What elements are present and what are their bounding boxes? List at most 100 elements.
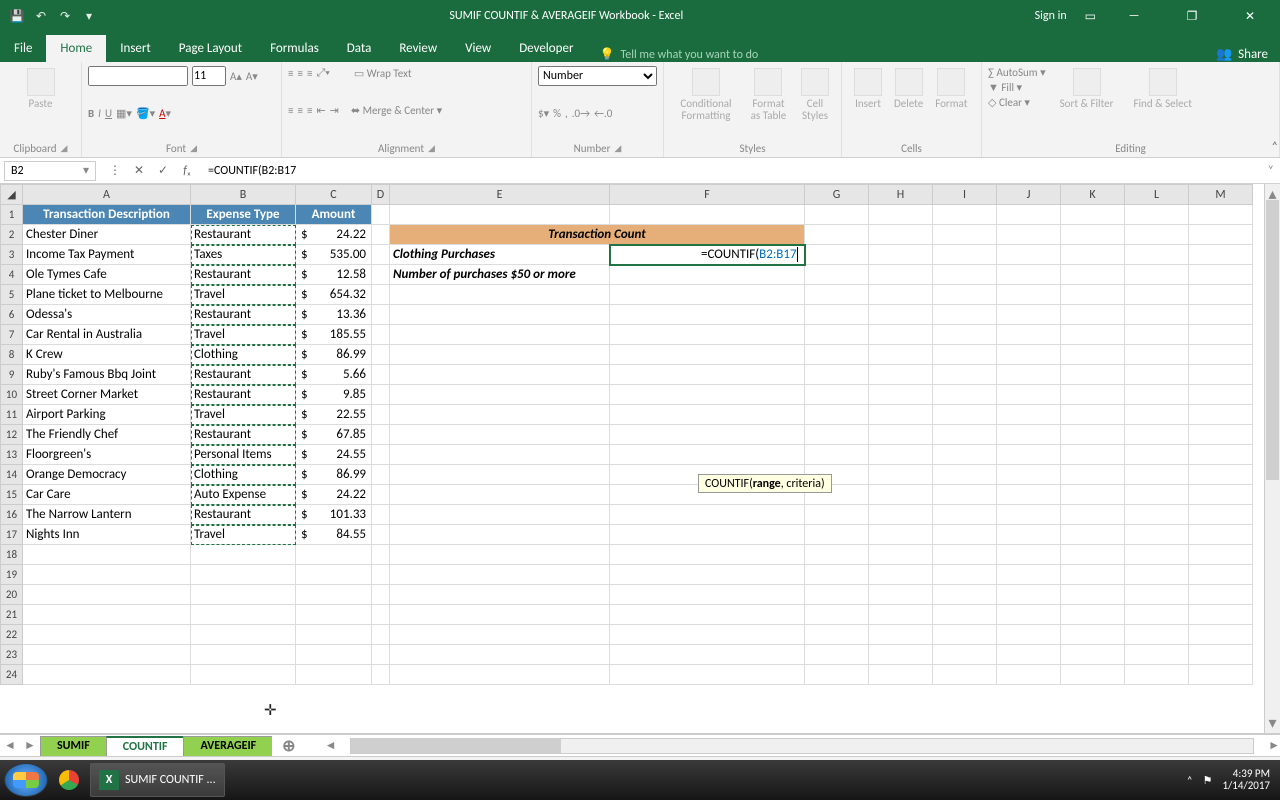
cell[interactable] xyxy=(933,345,997,365)
font-name-input[interactable] xyxy=(88,66,188,86)
cell[interactable] xyxy=(805,445,869,465)
cell[interactable] xyxy=(1189,545,1253,565)
cell[interactable] xyxy=(1189,245,1253,265)
cell-B4[interactable]: Restaurant xyxy=(191,265,296,285)
cell-B10[interactable]: Restaurant xyxy=(191,385,296,405)
cell[interactable] xyxy=(869,305,933,325)
cell-B15[interactable]: Auto Expense xyxy=(191,485,296,505)
cell[interactable] xyxy=(1189,265,1253,285)
cell[interactable] xyxy=(390,485,610,505)
clipboard-dialog-icon[interactable]: ◢ xyxy=(61,143,68,154)
fill-button[interactable]: ▼ Fill ▾ xyxy=(988,81,1046,94)
cell[interactable] xyxy=(610,345,805,365)
row-header[interactable]: 1 xyxy=(1,205,23,225)
cell[interactable] xyxy=(390,525,610,545)
cell-B17[interactable]: Travel xyxy=(191,525,296,545)
tab-page-layout[interactable]: Page Layout xyxy=(165,35,256,62)
signin-link[interactable]: Sign in xyxy=(1035,9,1067,23)
cell[interactable] xyxy=(1125,345,1189,365)
col-header-D[interactable]: D xyxy=(372,185,390,205)
cell[interactable] xyxy=(805,365,869,385)
cell[interactable] xyxy=(1125,645,1189,665)
col-header-C[interactable]: C xyxy=(296,185,372,205)
cell-C19[interactable] xyxy=(296,565,372,585)
cell-B2[interactable]: Restaurant xyxy=(191,225,296,245)
cell[interactable] xyxy=(869,365,933,385)
cell[interactable] xyxy=(1125,325,1189,345)
cell[interactable] xyxy=(805,265,869,285)
cell[interactable] xyxy=(1061,625,1125,645)
select-all-button[interactable]: ◢ xyxy=(1,185,23,205)
cell[interactable] xyxy=(390,585,610,605)
cell-A16[interactable]: The Narrow Lantern xyxy=(23,505,191,525)
cell-C2[interactable]: $24.22 xyxy=(296,225,372,245)
cell[interactable] xyxy=(1125,625,1189,645)
italic-button[interactable]: I xyxy=(98,107,101,120)
cell[interactable] xyxy=(997,665,1061,685)
sheet-nav-next-icon[interactable]: ► xyxy=(20,738,40,753)
cell-A12[interactable]: The Friendly Chef xyxy=(23,425,191,445)
row-header[interactable]: 11 xyxy=(1,405,23,425)
cell[interactable] xyxy=(1061,505,1125,525)
font-dialog-icon[interactable]: ◢ xyxy=(190,143,197,154)
cell[interactable] xyxy=(997,605,1061,625)
save-icon[interactable]: 💾 xyxy=(8,7,26,25)
cell[interactable] xyxy=(1189,645,1253,665)
cell[interactable] xyxy=(997,565,1061,585)
cell[interactable] xyxy=(390,605,610,625)
cell-B5[interactable]: Travel xyxy=(191,285,296,305)
col-header-F[interactable]: F xyxy=(610,185,805,205)
tab-data[interactable]: Data xyxy=(333,35,386,62)
cell[interactable] xyxy=(1189,205,1253,225)
cell[interactable] xyxy=(805,305,869,325)
cell[interactable] xyxy=(1061,265,1125,285)
cell-A5[interactable]: Plane ticket to Melbourne xyxy=(23,285,191,305)
cell[interactable] xyxy=(1125,585,1189,605)
cell[interactable] xyxy=(933,285,997,305)
cell[interactable] xyxy=(805,545,869,565)
cell[interactable] xyxy=(805,525,869,545)
cell[interactable] xyxy=(933,305,997,325)
cell[interactable] xyxy=(372,425,390,445)
summary-row1-label[interactable]: Clothing Purchases xyxy=(390,245,610,265)
row-header[interactable]: 13 xyxy=(1,445,23,465)
cell[interactable] xyxy=(997,285,1061,305)
cell-A15[interactable]: Car Care xyxy=(23,485,191,505)
cell-C5[interactable]: $654.32 xyxy=(296,285,372,305)
cell[interactable] xyxy=(1125,305,1189,325)
cell[interactable] xyxy=(372,225,390,245)
cell[interactable] xyxy=(1189,665,1253,685)
new-sheet-button[interactable]: ⊕ xyxy=(272,736,305,756)
cell-A9[interactable]: Ruby's Famous Bbq Joint xyxy=(23,365,191,385)
close-button[interactable]: ✕ xyxy=(1230,9,1270,24)
cell[interactable] xyxy=(390,405,610,425)
cell[interactable] xyxy=(610,385,805,405)
cell-B9[interactable]: Restaurant xyxy=(191,365,296,385)
row-header[interactable]: 21 xyxy=(1,605,23,625)
cell[interactable] xyxy=(372,345,390,365)
cell[interactable] xyxy=(1125,525,1189,545)
restore-button[interactable]: ❐ xyxy=(1172,9,1212,24)
cell[interactable] xyxy=(390,385,610,405)
inc-decimal-icon[interactable]: .0→ xyxy=(572,107,590,120)
cell[interactable] xyxy=(1125,545,1189,565)
cell-B22[interactable] xyxy=(191,625,296,645)
sort-filter-button[interactable]: Sort & Filter xyxy=(1054,66,1120,112)
cell-A13[interactable]: Floorgreen's xyxy=(23,445,191,465)
cell[interactable] xyxy=(372,565,390,585)
row-header[interactable]: 14 xyxy=(1,465,23,485)
name-box[interactable]: B2 ▾ xyxy=(4,161,96,181)
cell[interactable] xyxy=(805,625,869,645)
cell[interactable] xyxy=(1061,405,1125,425)
cell[interactable] xyxy=(372,605,390,625)
decrease-font-icon[interactable]: A▾ xyxy=(246,70,258,83)
cell[interactable] xyxy=(1061,645,1125,665)
cell[interactable] xyxy=(1125,665,1189,685)
cell-B18[interactable] xyxy=(191,545,296,565)
sheet-nav-prev-icon[interactable]: ◄ xyxy=(0,738,20,753)
cell[interactable] xyxy=(1061,445,1125,465)
cell[interactable] xyxy=(390,425,610,445)
cell[interactable] xyxy=(933,445,997,465)
cell[interactable] xyxy=(610,645,805,665)
col-header-E[interactable]: E xyxy=(390,185,610,205)
